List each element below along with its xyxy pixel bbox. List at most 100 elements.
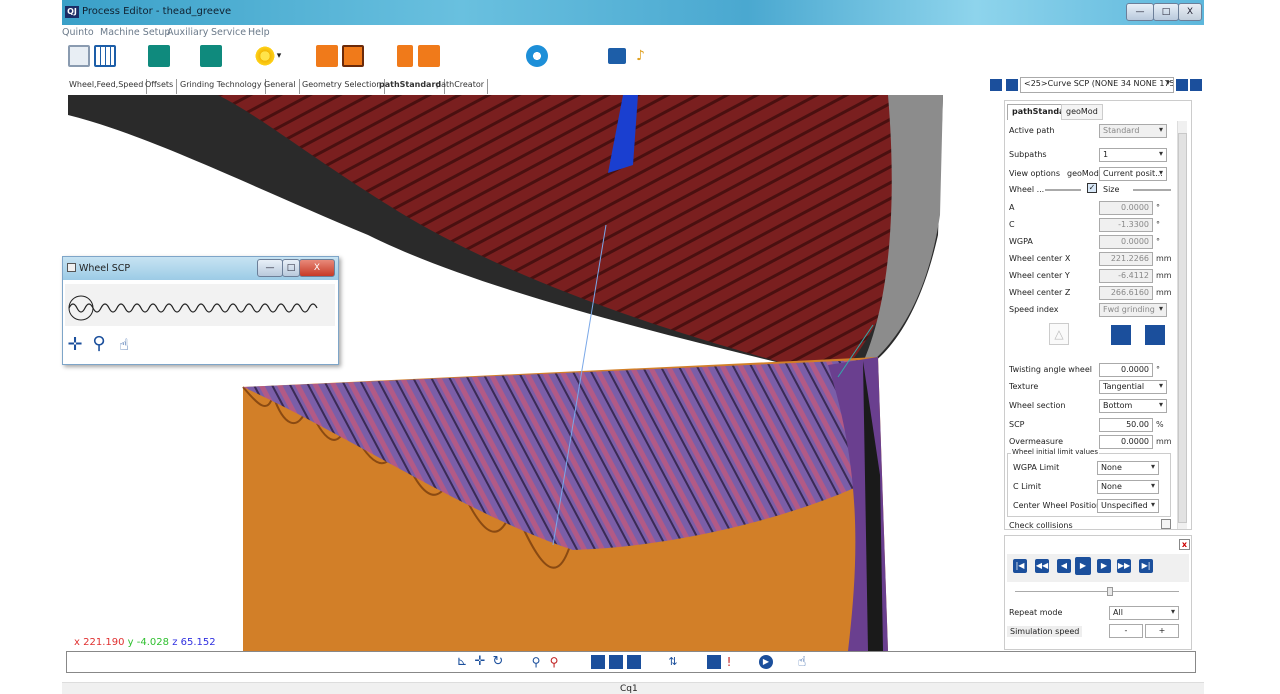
center-wheel-position-select[interactable]: Unspecified (1097, 499, 1159, 513)
record-icon[interactable]: ▶ (759, 655, 773, 669)
hand-icon[interactable]: ☝ (115, 335, 133, 355)
close-button[interactable]: X (1178, 3, 1202, 21)
menu-help[interactable]: Help (248, 27, 270, 38)
view-options-select[interactable]: Current posit... (1099, 167, 1167, 181)
wheel-center-z-value: 266.6160 (1099, 286, 1153, 300)
table-icon[interactable] (94, 45, 116, 67)
twisting-input[interactable]: 0.0000 (1099, 363, 1153, 377)
counter-icon[interactable] (397, 45, 413, 67)
wheel-section-select[interactable]: Bottom (1099, 399, 1167, 413)
rewind-icon[interactable]: ◀◀ (1035, 559, 1049, 573)
scp-input[interactable]: 50.00 (1099, 418, 1153, 432)
coordinate-readout: x 221.190 y -4.028 z 65.152 (74, 637, 216, 648)
wheel-center-y-unit: mm (1156, 271, 1172, 280)
check-collisions-checkbox[interactable] (1161, 519, 1171, 529)
tab-path-creator[interactable]: pathCreator (433, 79, 489, 94)
play-icon[interactable]: ▶ (1075, 557, 1091, 575)
warning-icon[interactable]: △ (1049, 323, 1069, 345)
move-icon[interactable]: ✛ (472, 653, 488, 671)
target-icon[interactable] (254, 45, 276, 67)
rotate-icon[interactable]: ↻ (490, 653, 506, 671)
nav-prev-icon[interactable] (1006, 79, 1018, 91)
wgpa-limit-select[interactable]: None (1097, 461, 1159, 475)
view-side-icon[interactable] (609, 655, 623, 669)
menu-service[interactable]: Service (211, 27, 246, 38)
menu-quinto[interactable]: Quinto (62, 27, 94, 38)
save-icon[interactable] (68, 45, 90, 67)
minimize-button[interactable]: — (1126, 3, 1154, 21)
view-top-icon[interactable] (627, 655, 641, 669)
wheel-checkbox[interactable]: ✓ (1087, 183, 1097, 193)
sim-speed-plus[interactable]: + (1145, 624, 1179, 638)
wheel-dress-icon[interactable] (148, 45, 170, 67)
marker-icon[interactable]: ! (723, 653, 735, 671)
measure-icon[interactable] (707, 655, 721, 669)
wheel-scp-close[interactable]: X (299, 259, 335, 277)
repeat-mode-select[interactable]: All (1109, 606, 1179, 620)
tool-change-icon[interactable] (316, 45, 338, 67)
title-bar: QJ Process Editor - thead_greeve — □ X (62, 0, 1204, 25)
view-toolbar: ⊾ ✛ ↻ ⚲ ⚲ ⇅ ! ▶ ☝ (66, 651, 1196, 673)
nav-last-icon[interactable] (1190, 79, 1202, 91)
window-title: Process Editor - thead_greeve (82, 6, 232, 17)
tab-geometry-selection[interactable]: Geometry Selection (299, 79, 386, 94)
skip-end-icon[interactable]: ▶| (1139, 559, 1153, 573)
fast-forward-icon[interactable]: ▶▶ (1117, 559, 1131, 573)
nav-first-icon[interactable] (990, 79, 1002, 91)
dropdown-arrow-icon[interactable]: ▾ (274, 45, 284, 67)
tab-grinding-technology[interactable]: Grinding Technology (177, 79, 266, 94)
wheel-scp-maximize[interactable]: □ (282, 259, 300, 277)
progress-track[interactable] (1015, 591, 1179, 592)
skip-start-icon[interactable]: |◀ (1013, 559, 1027, 573)
zoom-in-icon[interactable]: ⚲ (528, 653, 544, 671)
view-xz-icon[interactable] (1145, 325, 1165, 345)
panel-tab-geomod[interactable]: geoMod (1061, 104, 1103, 120)
wheel-count-icon[interactable] (418, 45, 440, 67)
pan-icon[interactable]: ✛ (65, 335, 85, 355)
step-back-icon[interactable]: ◀ (1057, 559, 1071, 573)
zoom-icon[interactable]: ⚲ (89, 333, 109, 355)
camera-icon[interactable] (608, 48, 626, 64)
tab-general[interactable]: General (261, 79, 300, 94)
sim-close-button[interactable]: x (1179, 539, 1190, 550)
size-slider[interactable] (1133, 189, 1171, 191)
panel-scrollbar-thumb[interactable] (1178, 133, 1187, 523)
wgpa-label: WGPA (1009, 237, 1033, 246)
overmeasure-input[interactable]: 0.0000 (1099, 435, 1153, 449)
view-front-icon[interactable] (591, 655, 605, 669)
tab-offsets[interactable]: Offsets (142, 79, 178, 94)
view-yz-icon[interactable] (1111, 325, 1131, 345)
zoom-fit-icon[interactable]: ⚲ (546, 653, 562, 671)
menu-machine-setup[interactable]: Machine Setup (100, 27, 170, 38)
axis-icon[interactable]: ⊾ (454, 653, 470, 671)
limit-values-title: Wheel initial limit values (1011, 448, 1100, 456)
grind-icon[interactable] (200, 45, 222, 67)
settings-icon[interactable] (526, 45, 548, 67)
active-path-select[interactable]: Standard (1099, 124, 1167, 138)
select-hand-icon[interactable]: ☝ (795, 653, 809, 671)
sim-speed-minus[interactable]: - (1109, 624, 1143, 638)
progress-handle[interactable] (1107, 587, 1113, 596)
step-forward-icon[interactable]: ▶ (1097, 559, 1111, 573)
nav-next-icon[interactable] (1176, 79, 1188, 91)
y-label: y (127, 637, 134, 648)
status-bar: Cq1 (62, 682, 1204, 694)
panel-scrollbar[interactable] (1177, 121, 1187, 529)
wheel-profile-icon[interactable] (342, 45, 364, 67)
wheel-scp-minimize[interactable]: — (257, 259, 283, 277)
wheel-slider[interactable] (1045, 189, 1081, 191)
subpaths-select[interactable]: 1 (1099, 148, 1167, 162)
x-value: 221.190 (83, 637, 125, 648)
wheel-profile-canvas[interactable] (65, 284, 335, 326)
check-collisions-label: Check collisions (1009, 521, 1073, 530)
swap-icon[interactable]: ⇅ (665, 653, 681, 671)
speed-index-select[interactable]: Fwd grinding (1099, 303, 1167, 317)
music-icon[interactable]: ♪ (636, 45, 658, 67)
maximize-button[interactable]: □ (1153, 3, 1179, 21)
tab-wheel-feed-speed[interactable]: Wheel,Feed,Speed (66, 79, 148, 94)
menu-auxiliary[interactable]: Auxiliary (167, 27, 208, 38)
c-limit-select[interactable]: None (1097, 480, 1159, 494)
c-limit-label: C Limit (1013, 482, 1041, 491)
texture-select[interactable]: Tangential (1099, 380, 1167, 394)
curve-select[interactable]: <25>Curve SCP (NONE 34 NONE 175 (1020, 77, 1174, 93)
